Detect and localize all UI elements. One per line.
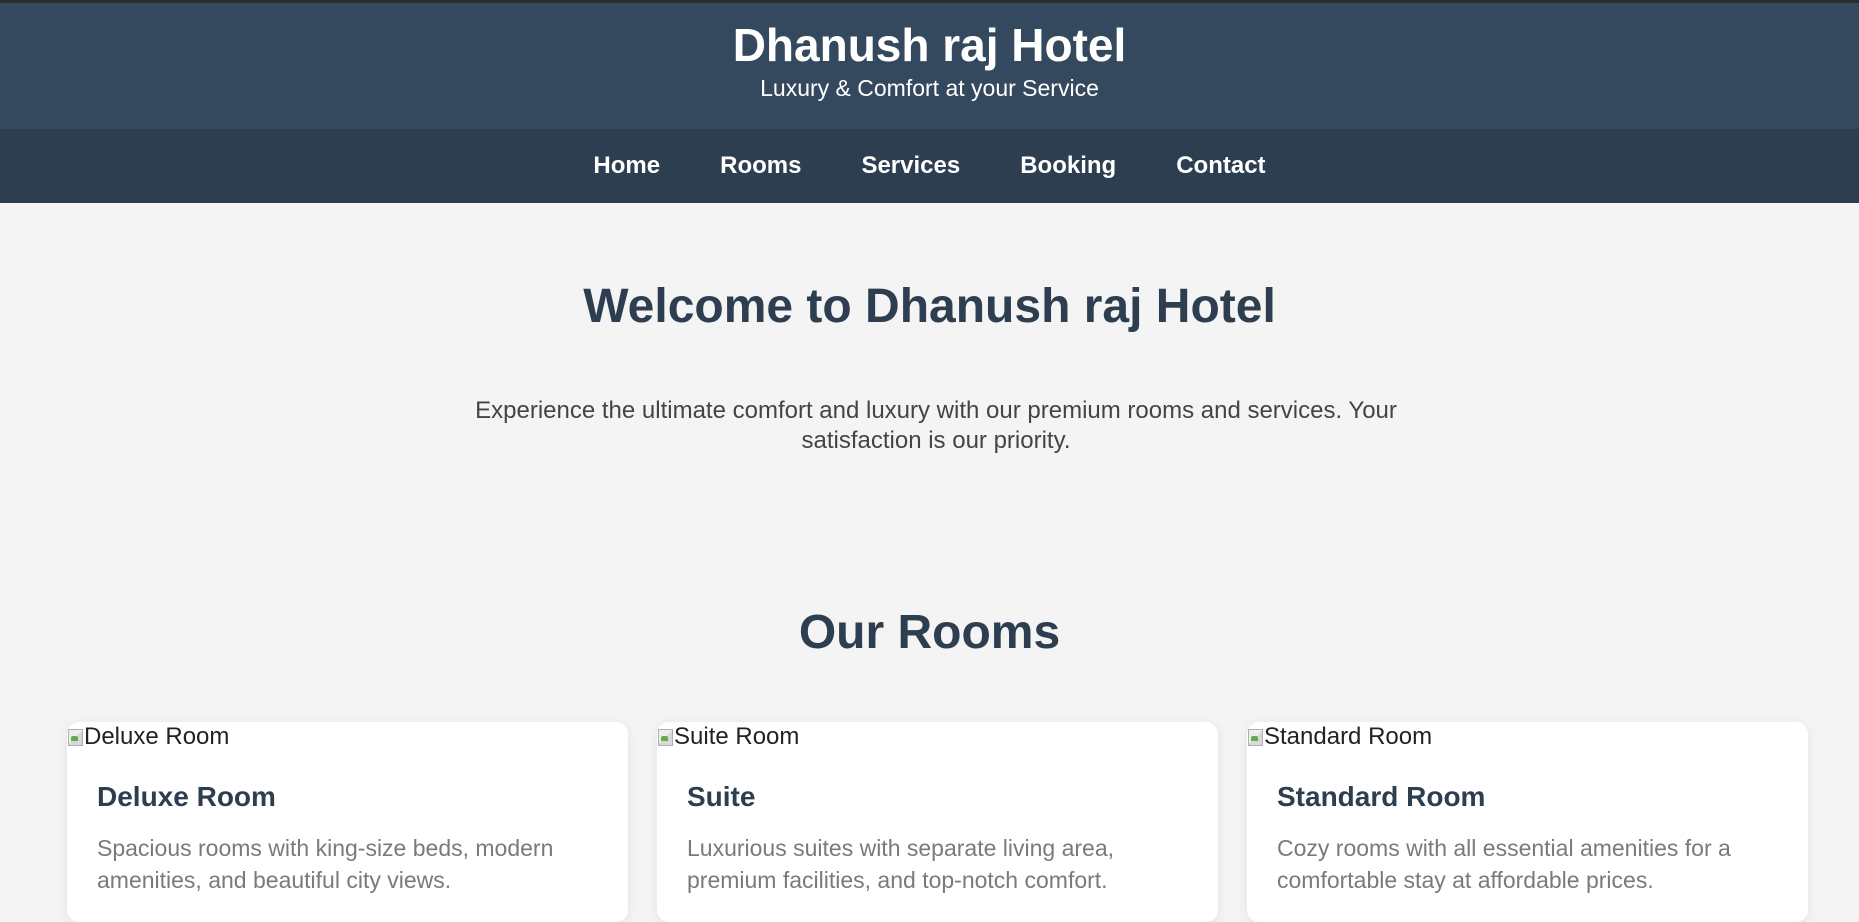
room-image: Suite Room — [657, 722, 799, 752]
main-nav: Home Rooms Services Booking Contact — [0, 129, 1859, 203]
welcome-text: Experience the ultimate comfort and luxu… — [475, 397, 1397, 454]
broken-image-icon — [67, 728, 83, 746]
room-name: Suite — [687, 781, 756, 812]
nav-link-contact[interactable]: Contact — [1176, 152, 1265, 180]
room-name: Deluxe Room — [97, 781, 276, 812]
broken-image-icon — [1247, 728, 1263, 746]
room-image: Deluxe Room — [67, 722, 229, 752]
room-description: Spacious rooms with king-size beds, mode… — [97, 835, 554, 893]
welcome-title: Welcome to Dhanush raj Hotel — [583, 280, 1276, 333]
room-description: Cozy rooms with all essential amenities … — [1277, 835, 1731, 893]
nav-link-booking[interactable]: Booking — [1020, 152, 1116, 180]
site-title: Dhanush raj Hotel — [732, 19, 1127, 71]
room-image-alt: Suite Room — [674, 723, 800, 750]
nav-link-rooms[interactable]: Rooms — [720, 152, 801, 180]
room-image: Standard Room — [1247, 722, 1432, 752]
room-card-suite: Suite Room Suite Luxurious suites with s… — [657, 722, 1218, 922]
nav-link-home[interactable]: Home — [593, 152, 660, 180]
room-image-alt: Deluxe Room — [84, 723, 230, 750]
broken-image-icon — [657, 728, 673, 746]
room-image-alt: Standard Room — [1264, 723, 1433, 750]
rooms-title: Our Rooms — [798, 606, 1061, 659]
site-tagline: Luxury & Comfort at your Service — [760, 75, 1099, 101]
room-card-standard: Standard Room Standard Room Cozy rooms w… — [1247, 722, 1808, 922]
nav-link-services[interactable]: Services — [861, 152, 960, 180]
room-card-deluxe: Deluxe Room Deluxe Room Spacious rooms w… — [67, 722, 628, 922]
site-header: Dhanush raj Hotel Luxury & Comfort at yo… — [0, 0, 1859, 129]
room-description: Luxurious suites with separate living ar… — [687, 835, 1115, 893]
room-name: Standard Room — [1277, 781, 1486, 812]
